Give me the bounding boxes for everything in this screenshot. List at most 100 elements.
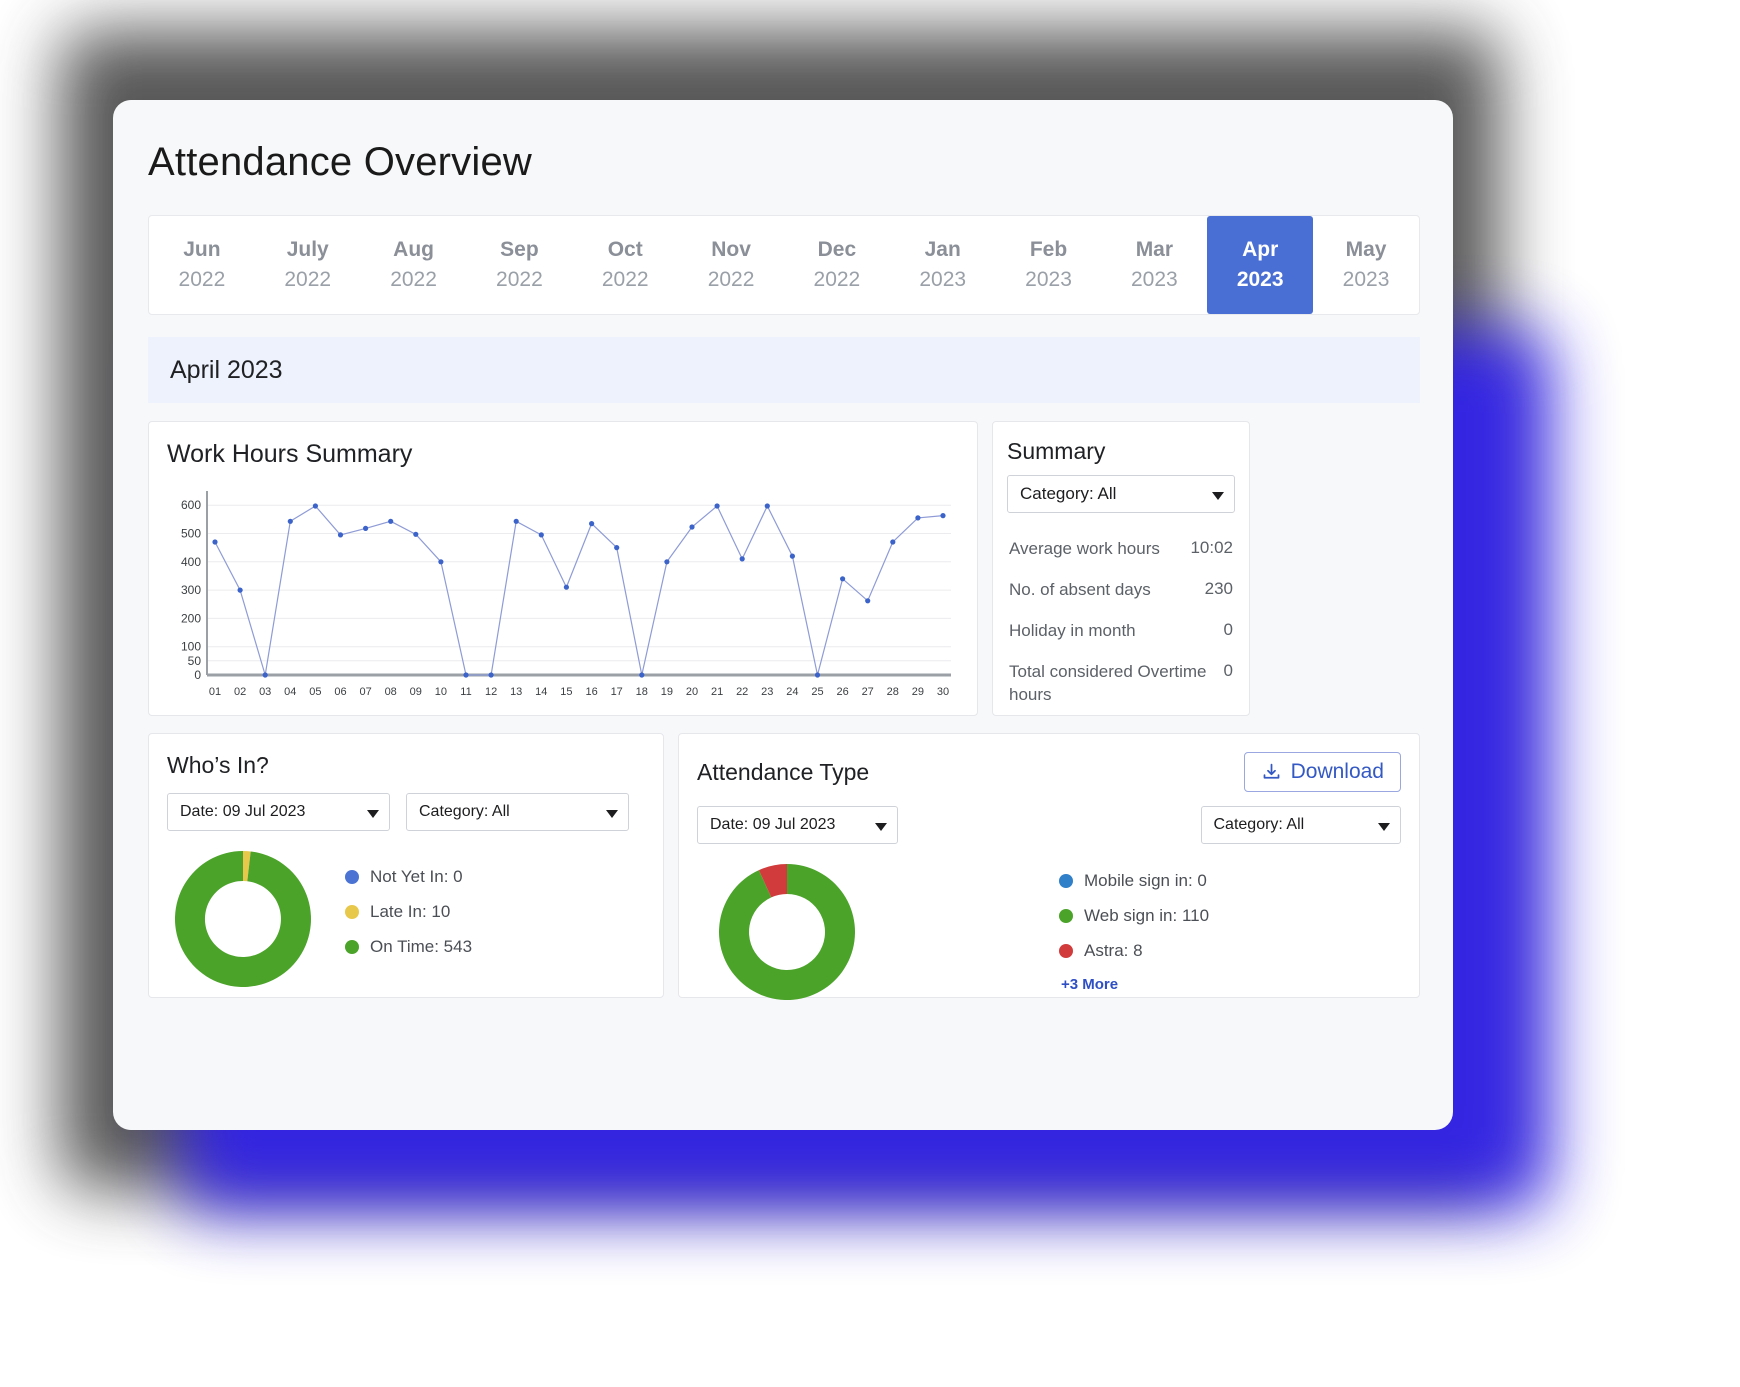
work-hours-title: Work Hours Summary <box>167 440 959 469</box>
month-tab-july-2022[interactable]: July2022 <box>255 216 361 314</box>
download-button[interactable]: Download <box>1244 752 1401 792</box>
svg-text:24: 24 <box>786 686 798 698</box>
svg-text:16: 16 <box>585 686 597 698</box>
legend-label: Web sign in: 110 <box>1084 906 1209 926</box>
svg-text:28: 28 <box>887 686 899 698</box>
svg-text:23: 23 <box>761 686 773 698</box>
svg-text:09: 09 <box>410 686 422 698</box>
legend-label: Astra: 8 <box>1084 941 1143 961</box>
legend-item: Web sign in: 110 <box>1059 906 1209 926</box>
whos-in-filters: Date: 09 Jul 2023 Category: All <box>167 793 645 831</box>
work-hours-panel: Work Hours Summary 050100200300400500600… <box>148 421 978 716</box>
month-tab-month: Jun <box>183 235 220 265</box>
svg-text:100: 100 <box>181 640 201 654</box>
attendance-type-date-select[interactable]: Date: 09 Jul 2023 <box>697 806 898 844</box>
svg-text:08: 08 <box>385 686 397 698</box>
month-tab-apr-2023[interactable]: Apr2023 <box>1207 216 1313 314</box>
chevron-down-icon <box>875 823 887 831</box>
summary-metric-label: Average work hours <box>1009 538 1160 561</box>
month-tab-aug-2022[interactable]: Aug2022 <box>361 216 467 314</box>
summary-metric-value: 0 <box>1224 620 1233 640</box>
month-tab-mar-2023[interactable]: Mar2023 <box>1101 216 1207 314</box>
svg-text:10: 10 <box>435 686 447 698</box>
page-title: Attendance Overview <box>113 100 1453 185</box>
summary-metric-value: 10:02 <box>1190 538 1233 558</box>
summary-title: Summary <box>1007 438 1235 465</box>
svg-text:50: 50 <box>188 654 202 668</box>
legend-label: On Time: 543 <box>370 937 472 957</box>
attendance-overview-card: Attendance Overview Jun2022July2022Aug20… <box>113 100 1453 1130</box>
month-tab-year: 2023 <box>919 265 966 295</box>
month-tab-year: 2022 <box>179 265 226 295</box>
month-tab-oct-2022[interactable]: Oct2022 <box>572 216 678 314</box>
month-tab-year: 2023 <box>1131 265 1178 295</box>
month-tab-jan-2023[interactable]: Jan2023 <box>890 216 996 314</box>
svg-text:20: 20 <box>686 686 698 698</box>
month-tab-month: Jan <box>925 235 961 265</box>
month-tab-year: 2022 <box>496 265 543 295</box>
whos-in-panel: Who’s In? Date: 09 Jul 2023 Category: Al… <box>148 733 664 998</box>
month-tab-year: 2023 <box>1237 265 1284 295</box>
download-icon <box>1261 762 1282 783</box>
month-tab-month: Apr <box>1242 235 1278 265</box>
month-tab-month: Mar <box>1136 235 1173 265</box>
month-tab-sep-2022[interactable]: Sep2022 <box>466 216 572 314</box>
attendance-type-title: Attendance Type <box>697 759 869 786</box>
summary-metric-row: Holiday in month0 <box>1007 611 1235 652</box>
summary-metric-value: 0 <box>1224 661 1233 681</box>
legend-item: Not Yet In: 0 <box>345 867 472 887</box>
legend-item: Late In: 10 <box>345 902 472 922</box>
svg-text:500: 500 <box>181 527 201 541</box>
whos-in-date-value: Date: 09 Jul 2023 <box>180 803 305 821</box>
svg-text:02: 02 <box>234 686 246 698</box>
svg-text:22: 22 <box>736 686 748 698</box>
whos-in-date-select[interactable]: Date: 09 Jul 2023 <box>167 793 390 831</box>
month-tab-may-2023[interactable]: May2023 <box>1313 216 1419 314</box>
svg-text:0: 0 <box>194 668 201 682</box>
svg-text:26: 26 <box>836 686 848 698</box>
legend-color-dot <box>1059 944 1073 958</box>
chevron-down-icon <box>367 810 379 818</box>
svg-text:13: 13 <box>510 686 522 698</box>
legend-label: Mobile sign in: 0 <box>1084 871 1207 891</box>
month-tab-dec-2022[interactable]: Dec2022 <box>784 216 890 314</box>
legend-item: Astra: 8 <box>1059 941 1209 961</box>
month-tab-nov-2022[interactable]: Nov2022 <box>678 216 784 314</box>
svg-text:600: 600 <box>181 498 201 512</box>
summary-row: Work Hours Summary 050100200300400500600… <box>148 421 1420 716</box>
svg-text:15: 15 <box>560 686 572 698</box>
summary-metric-row: No. of absent days230 <box>1007 570 1235 611</box>
whos-in-category-select[interactable]: Category: All <box>406 793 629 831</box>
svg-text:04: 04 <box>284 686 296 698</box>
legend-item: On Time: 543 <box>345 937 472 957</box>
svg-text:29: 29 <box>912 686 924 698</box>
month-tab-year: 2022 <box>708 265 755 295</box>
svg-text:27: 27 <box>862 686 874 698</box>
month-tab-feb-2023[interactable]: Feb2023 <box>996 216 1102 314</box>
svg-text:19: 19 <box>661 686 673 698</box>
month-tab-month: Aug <box>393 235 434 265</box>
svg-text:14: 14 <box>535 686 547 698</box>
summary-category-select[interactable]: Category: All <box>1007 475 1235 513</box>
month-tab-year: 2022 <box>390 265 437 295</box>
whos-in-category-value: Category: All <box>419 803 510 821</box>
attendance-type-category-select[interactable]: Category: All <box>1201 806 1402 844</box>
svg-text:21: 21 <box>711 686 723 698</box>
month-tab-year: 2022 <box>602 265 649 295</box>
attendance-type-filters: Date: 09 Jul 2023 Category: All <box>697 806 1401 844</box>
more-legend-link[interactable]: +3 More <box>1061 976 1209 993</box>
month-tab-jun-2022[interactable]: Jun2022 <box>149 216 255 314</box>
legend-label: Not Yet In: 0 <box>370 867 463 887</box>
legend-color-dot <box>1059 874 1073 888</box>
svg-text:30: 30 <box>937 686 949 698</box>
month-tab-year: 2023 <box>1343 265 1390 295</box>
whos-in-header: Who’s In? <box>167 752 645 779</box>
svg-text:400: 400 <box>181 555 201 569</box>
attendance-type-panel: Attendance Type Download Date: 09 Jul 20… <box>678 733 1420 998</box>
summary-metric-value: 230 <box>1205 579 1233 599</box>
month-tab-strip[interactable]: Jun2022July2022Aug2022Sep2022Oct2022Nov2… <box>148 215 1420 315</box>
svg-text:01: 01 <box>209 686 221 698</box>
whos-in-title: Who’s In? <box>167 752 269 779</box>
svg-text:18: 18 <box>636 686 648 698</box>
work-hours-line-chart: 0501002003004005006000102030405060708091… <box>167 483 959 711</box>
